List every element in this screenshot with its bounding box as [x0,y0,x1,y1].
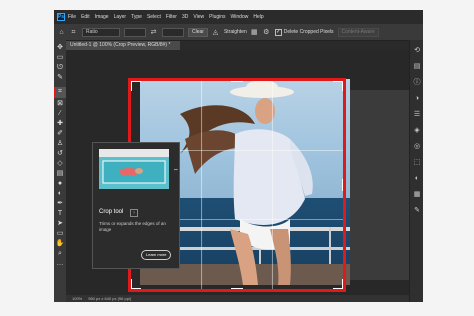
libraries-panel-icon[interactable]: ▤ [412,62,422,72]
menu-filter[interactable]: Filter [166,14,177,20]
delete-cropped-label: Delete Cropped Pixels [283,29,334,35]
straighten-button[interactable]: Straighten [224,29,247,35]
document-tab[interactable]: Untitled-1 @ 100% (Crop Preview, RGB/8#)… [66,41,180,50]
paths-panel-icon[interactable]: ⬚ [412,158,422,168]
move-tool-icon[interactable]: ✥ [55,43,65,52]
clear-button[interactable]: Clear [188,27,208,37]
lasso-tool-icon[interactable]: ᘎ [55,63,65,72]
tooltip-description: Trims or expands the edges of an image [99,221,166,232]
quick-select-tool-icon[interactable]: ✎ [55,73,65,82]
swap-icon[interactable]: ⇄ [150,29,157,36]
healing-tool-icon[interactable]: ✚ [55,119,65,128]
tooltip-preview-image [99,149,169,189]
gear-icon[interactable]: ⚙ [263,29,270,36]
delete-cropped-checkbox[interactable]: ✓ [274,28,282,36]
document-info: 960 px x 640 px (96 ppi) [88,296,132,301]
adjustments-panel-icon[interactable]: ◑ [412,94,422,104]
ratio-select[interactable]: Ratio [82,27,120,37]
status-bar: 100% 960 px x 640 px (96 ppi) [66,295,409,302]
history-panel-icon[interactable]: ⟲ [412,46,422,56]
zoom-level[interactable]: 100% [72,295,82,302]
menu-edit[interactable]: Edit [81,14,90,20]
type-tool-icon[interactable]: T [55,209,65,218]
zoom-tool-icon[interactable]: ⌕ [55,249,65,258]
tooltip-preview-illustration [99,149,169,189]
cropped-out-area [350,90,410,280]
pen-tool-icon[interactable]: ✒ [55,199,65,208]
dodge-tool-icon[interactable]: ◐ [55,189,65,198]
gradient-tool-icon[interactable]: ▤ [55,169,65,178]
menu-3d[interactable]: 3D [182,14,188,20]
hand-tool-icon[interactable]: ✋ [55,239,65,248]
menu-image[interactable]: Image [95,14,109,20]
options-bar: ⌂ ⌗ Ratio ⇄ Clear ◬ Straighten ▦ ⚙ ✓ Del… [54,24,423,41]
path-select-tool-icon[interactable]: ➤ [55,219,65,228]
width-field[interactable] [124,27,146,37]
brush-tool-icon[interactable]: ✐ [55,129,65,138]
menu-file[interactable]: File [68,14,76,20]
menu-bar: Ps File Edit Image Layer Type Select Fil… [54,10,423,24]
properties-panel-icon[interactable]: ☰ [412,110,422,120]
menu-layer[interactable]: Layer [114,14,127,20]
height-field[interactable] [162,27,184,37]
swatches-panel-icon[interactable]: ▦ [412,190,422,200]
home-icon[interactable]: ⌂ [58,29,65,36]
menu-type[interactable]: Type [131,14,142,20]
eraser-tool-icon[interactable]: ◇ [55,159,65,168]
photoshop-window: Ps File Edit Image Layer Type Select Fil… [54,10,423,302]
canvas-area[interactable]: ⇔ Crop tool ? Trims or expands the edges… [66,50,410,295]
blur-tool-icon[interactable]: ● [55,179,65,188]
brush-panel-icon[interactable]: ✎ [412,206,422,216]
tooltip-title: Crop tool [99,209,124,215]
menu-help[interactable]: Help [253,14,263,20]
menu-plugins[interactable]: Plugins [209,14,225,20]
tooltip-resize-icon: ⇔ [173,167,179,173]
content-aware-button[interactable]: Content-Aware [337,27,379,37]
menu-view[interactable]: View [193,14,204,20]
info-panel-icon[interactable]: ⓘ [412,78,422,88]
crop-tool-icon[interactable]: ⌗ [54,87,66,98]
eyedropper-tool-icon[interactable]: ⁄ [55,109,65,118]
menu-select[interactable]: Select [147,14,161,20]
frame-tool-icon[interactable]: ⊠ [55,99,65,108]
menu-window[interactable]: Window [231,14,249,20]
more-tools-icon[interactable]: … [55,259,65,268]
artboard-tool-icon[interactable]: ▭ [55,53,65,62]
photoshop-logo: Ps [57,13,65,21]
grid-overlay-icon[interactable]: ▦ [251,29,258,36]
stamp-tool-icon[interactable]: ♙ [55,139,65,148]
layers-panel-icon[interactable]: ◈ [412,126,422,136]
learn-more-button[interactable]: Learn more [141,250,172,260]
rectangle-tool-icon[interactable]: ▭ [55,229,65,238]
right-panel-dock: ⟲ ▤ ⓘ ◑ ☰ ◈ ◎ ⬚ ◐ ▦ ✎ [409,40,423,302]
crop-tool-tooltip: ⇔ Crop tool ? Trims or expands the edges… [92,142,180,269]
channels-panel-icon[interactable]: ◎ [412,142,422,152]
crop-icon[interactable]: ⌗ [70,29,77,36]
help-icon[interactable]: ? [130,209,138,217]
history-brush-icon[interactable]: ↺ [55,149,65,158]
straighten-icon[interactable]: ◬ [212,29,219,36]
color-panel-icon[interactable]: ◐ [412,174,422,184]
